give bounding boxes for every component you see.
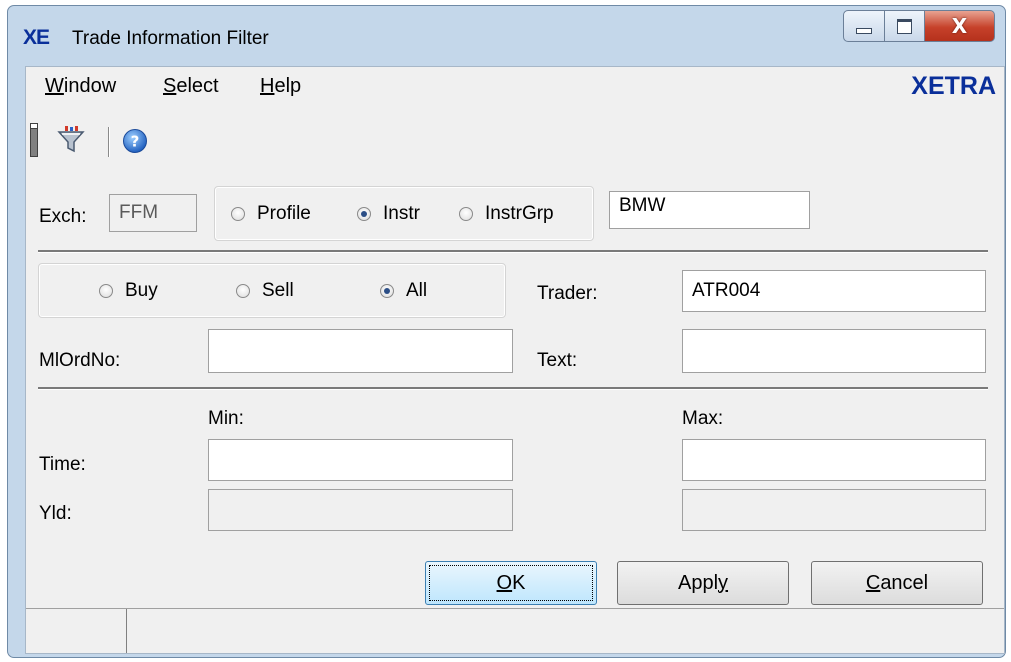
yld-label: Yld:	[39, 503, 72, 524]
radio-instr-label: Instr	[383, 203, 420, 224]
max-label: Max:	[682, 408, 724, 429]
radio-sell-label: Sell	[262, 280, 294, 301]
radio-profile-dot	[231, 207, 245, 221]
mlordno-field[interactable]	[208, 329, 513, 373]
app-logo-icon: XE	[23, 26, 50, 49]
toolbar: ?	[26, 107, 1004, 157]
client-area: Window Select Help XETRA ? Exch: FFM Pro…	[25, 66, 1005, 654]
filter-icon[interactable]	[56, 125, 86, 155]
trader-label: Trader:	[537, 283, 598, 304]
separator-bottom	[38, 387, 988, 390]
ok-button[interactable]: OK	[425, 561, 597, 605]
text-label: Text:	[537, 350, 578, 371]
radio-instrgrp-dot	[459, 207, 473, 221]
exchange-field: FFM	[109, 194, 197, 232]
radio-all[interactable]: All	[380, 280, 427, 302]
radio-buy-label: Buy	[125, 280, 158, 301]
radio-buy[interactable]: Buy	[99, 280, 158, 302]
radio-instrgrp[interactable]: InstrGrp	[459, 203, 554, 225]
minimize-button[interactable]	[843, 10, 885, 42]
menu-help[interactable]: Help	[260, 75, 301, 98]
menu-select[interactable]: Select	[163, 75, 219, 98]
mlordno-label: MlOrdNo:	[39, 350, 121, 371]
toolbar-separator	[108, 127, 109, 157]
min-label: Min:	[208, 408, 244, 429]
scope-group: Profile Instr InstrGrp	[214, 186, 594, 241]
title-bar[interactable]: XE Trade Information Filter X	[8, 6, 1005, 62]
text-field[interactable]	[682, 329, 986, 373]
status-bar	[26, 608, 1004, 653]
radio-all-label: All	[406, 280, 428, 301]
xetra-logo: XETRA	[911, 72, 996, 100]
svg-text:?: ?	[131, 133, 140, 151]
time-max-field[interactable]	[682, 439, 986, 481]
window-title: Trade Information Filter	[72, 28, 269, 49]
radio-profile-label: Profile	[257, 203, 311, 224]
help-icon[interactable]: ?	[122, 128, 148, 154]
time-min-field[interactable]	[208, 439, 513, 481]
separator-top	[38, 250, 988, 253]
menu-window[interactable]: Window	[45, 75, 116, 98]
time-label: Time:	[39, 454, 86, 475]
maximize-button[interactable]	[885, 10, 925, 42]
trade-info-filter-window: XE Trade Information Filter X Window Sel…	[7, 5, 1006, 658]
radio-buy-dot	[99, 284, 113, 298]
maximize-icon	[897, 18, 912, 34]
yld-max-field	[682, 489, 986, 531]
radio-profile[interactable]: Profile	[231, 203, 311, 225]
radio-instr-dot	[357, 207, 371, 221]
cancel-button[interactable]: Cancel	[811, 561, 983, 605]
radio-all-dot	[380, 284, 394, 298]
radio-instrgrp-label: InstrGrp	[485, 203, 554, 224]
side-group: Buy Sell All	[38, 263, 506, 318]
yld-min-field	[208, 489, 513, 531]
toolbar-grip-tip	[30, 123, 38, 129]
window-controls: X	[843, 10, 995, 42]
toolbar-grip[interactable]	[30, 125, 38, 157]
menu-bar: Window Select Help XETRA	[26, 67, 1004, 103]
exchange-label: Exch:	[39, 206, 87, 227]
radio-sell-dot	[236, 284, 250, 298]
close-button[interactable]: X	[925, 10, 995, 42]
apply-button[interactable]: Appl y	[617, 561, 789, 605]
minimize-icon	[856, 28, 872, 34]
status-cell-2	[127, 609, 1004, 653]
status-cell-1	[26, 609, 127, 653]
focus-rect	[429, 565, 593, 601]
radio-sell[interactable]: Sell	[236, 280, 294, 302]
instrument-field[interactable]: BMW	[609, 191, 810, 229]
trader-field[interactable]: ATR004	[682, 270, 986, 312]
radio-instr[interactable]: Instr	[357, 203, 420, 225]
close-icon: X	[951, 14, 968, 38]
